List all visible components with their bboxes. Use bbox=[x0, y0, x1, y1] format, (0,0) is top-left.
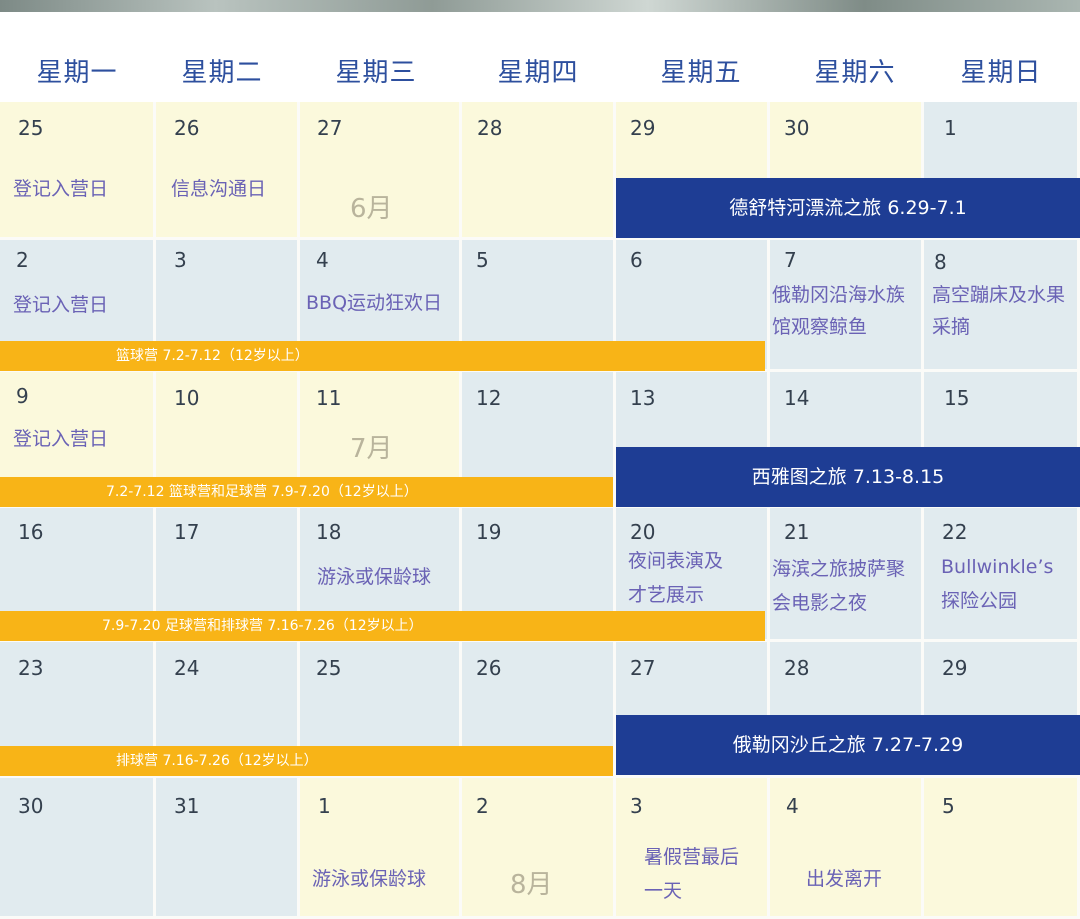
day-number: 19 bbox=[476, 520, 502, 544]
event-bar-oregon-dunes[interactable]: 俄勒冈沙丘之旅 7.27-7.29 bbox=[616, 715, 1080, 775]
event-label: 游泳或保龄球 bbox=[312, 868, 427, 890]
event-label: 才艺展示 bbox=[628, 584, 705, 606]
day-cell[interactable]: 21 海滨之旅披萨聚 会电影之夜 bbox=[770, 508, 924, 642]
event-label: 馆观察鲸鱼 bbox=[772, 316, 868, 338]
day-number: 26 bbox=[174, 116, 200, 140]
day-number: 11 bbox=[316, 386, 342, 410]
month-label: 7月 bbox=[350, 434, 393, 464]
event-bar-volleyball-camp[interactable]: 排球营 7.16-7.26（12岁以上） bbox=[0, 746, 613, 776]
day-number: 13 bbox=[630, 386, 656, 410]
weekday-sun: 星期日 bbox=[960, 58, 1042, 88]
day-number: 5 bbox=[476, 248, 489, 272]
day-number: 3 bbox=[174, 248, 187, 272]
month-label: 8月 bbox=[510, 870, 553, 900]
event-label: 信息沟通日 bbox=[171, 178, 267, 200]
event-label: 登记入营日 bbox=[13, 428, 109, 450]
day-number: 29 bbox=[942, 656, 968, 680]
weekday-mon: 星期一 bbox=[36, 58, 118, 88]
day-number: 25 bbox=[316, 656, 342, 680]
day-cell[interactable]: 3 暑假营最后 一天 bbox=[616, 778, 770, 919]
day-number: 12 bbox=[476, 386, 502, 410]
day-number: 29 bbox=[630, 116, 656, 140]
day-number: 17 bbox=[174, 520, 200, 544]
event-bar-basketball-soccer-camp[interactable]: 7.2-7.12 篮球营和足球营 7.9-7.20（12岁以上） bbox=[0, 477, 613, 507]
day-number: 27 bbox=[630, 656, 656, 680]
day-cell[interactable]: 26 信息沟通日 bbox=[156, 102, 300, 240]
event-label: 登记入营日 bbox=[13, 294, 109, 316]
event-bar-soccer-volleyball-camp[interactable]: 7.9-7.20 足球营和排球营 7.16-7.26（12岁以上） bbox=[0, 611, 765, 641]
day-number: 14 bbox=[784, 386, 810, 410]
day-cell[interactable]: 1 游泳或保龄球 bbox=[300, 778, 462, 919]
day-cell[interactable]: 31 bbox=[156, 778, 300, 919]
weekday-fri: 星期五 bbox=[660, 58, 742, 88]
event-label: Bullwinkle’s bbox=[941, 556, 1054, 578]
day-number: 28 bbox=[784, 656, 810, 680]
event-bar-deschutes-rafting[interactable]: 德舒特河漂流之旅 6.29-7.1 bbox=[616, 178, 1080, 238]
day-cell[interactable]: 30 bbox=[0, 778, 156, 919]
event-label: 暑假营最后 bbox=[644, 846, 740, 868]
day-cell[interactable]: 8 高空蹦床及水果 采摘 bbox=[924, 240, 1080, 372]
day-number: 4 bbox=[316, 248, 329, 272]
day-cell[interactable]: 2 8月 bbox=[462, 778, 616, 919]
day-number: 24 bbox=[174, 656, 200, 680]
event-label: 高空蹦床及水果 bbox=[932, 284, 1066, 306]
day-number: 3 bbox=[630, 794, 643, 818]
day-cell[interactable]: 7 俄勒冈沿海水族 馆观察鲸鱼 bbox=[770, 240, 924, 372]
day-number: 27 bbox=[317, 116, 343, 140]
day-cell[interactable]: 5 bbox=[924, 778, 1080, 919]
day-number: 18 bbox=[316, 520, 342, 544]
event-label: 探险公园 bbox=[941, 590, 1018, 612]
day-number: 21 bbox=[784, 520, 810, 544]
day-number: 25 bbox=[18, 116, 44, 140]
day-number: 6 bbox=[630, 248, 643, 272]
event-label: 俄勒冈沿海水族 bbox=[772, 284, 906, 306]
event-label: 夜间表演及 bbox=[628, 550, 724, 572]
day-number: 15 bbox=[944, 386, 970, 410]
event-label: 一天 bbox=[644, 880, 683, 902]
day-number: 8 bbox=[934, 250, 947, 274]
event-label: 游泳或保龄球 bbox=[317, 566, 432, 588]
event-label: 会电影之夜 bbox=[772, 592, 868, 614]
day-number: 16 bbox=[18, 520, 44, 544]
day-number: 26 bbox=[476, 656, 502, 680]
day-number: 20 bbox=[630, 520, 656, 544]
day-number: 4 bbox=[786, 794, 799, 818]
weekday-wed: 星期三 bbox=[335, 58, 417, 88]
day-number: 2 bbox=[476, 794, 489, 818]
weekday-header: 星期一 星期二 星期三 星期四 星期五 星期六 星期日 bbox=[0, 12, 1080, 102]
event-label: 海滨之旅披萨聚 bbox=[772, 558, 906, 580]
weekday-sat: 星期六 bbox=[814, 58, 896, 88]
day-number: 1 bbox=[944, 116, 957, 140]
day-number: 5 bbox=[942, 794, 955, 818]
day-number: 30 bbox=[784, 116, 810, 140]
weekday-thu: 星期四 bbox=[497, 58, 579, 88]
day-number: 28 bbox=[477, 116, 503, 140]
day-number: 9 bbox=[16, 384, 29, 408]
header-photo-strip bbox=[0, 0, 1080, 12]
day-number: 10 bbox=[174, 386, 200, 410]
day-number: 7 bbox=[784, 248, 797, 272]
month-label: 6月 bbox=[350, 194, 393, 224]
weekday-tue: 星期二 bbox=[181, 58, 263, 88]
day-number: 22 bbox=[942, 520, 968, 544]
day-number: 30 bbox=[18, 794, 44, 818]
day-number: 23 bbox=[18, 656, 44, 680]
day-cell[interactable]: 25 登记入营日 bbox=[0, 102, 156, 240]
event-label: 采摘 bbox=[932, 316, 971, 338]
day-cell[interactable]: 28 bbox=[462, 102, 616, 240]
day-cell[interactable]: 4 出发离开 bbox=[770, 778, 924, 919]
day-number: 1 bbox=[318, 794, 331, 818]
day-cell[interactable]: 27 6月 bbox=[300, 102, 462, 240]
day-cell[interactable]: 22 Bullwinkle’s 探险公园 bbox=[924, 508, 1080, 642]
day-number: 31 bbox=[174, 794, 200, 818]
day-number: 2 bbox=[16, 248, 29, 272]
event-bar-seattle-trip[interactable]: 西雅图之旅 7.13-8.15 bbox=[616, 447, 1080, 507]
event-label: BBQ运动狂欢日 bbox=[306, 292, 443, 314]
event-label: 出发离开 bbox=[806, 868, 883, 890]
event-label: 登记入营日 bbox=[13, 178, 109, 200]
event-bar-basketball-camp[interactable]: 篮球营 7.2-7.12（12岁以上） bbox=[0, 341, 765, 371]
